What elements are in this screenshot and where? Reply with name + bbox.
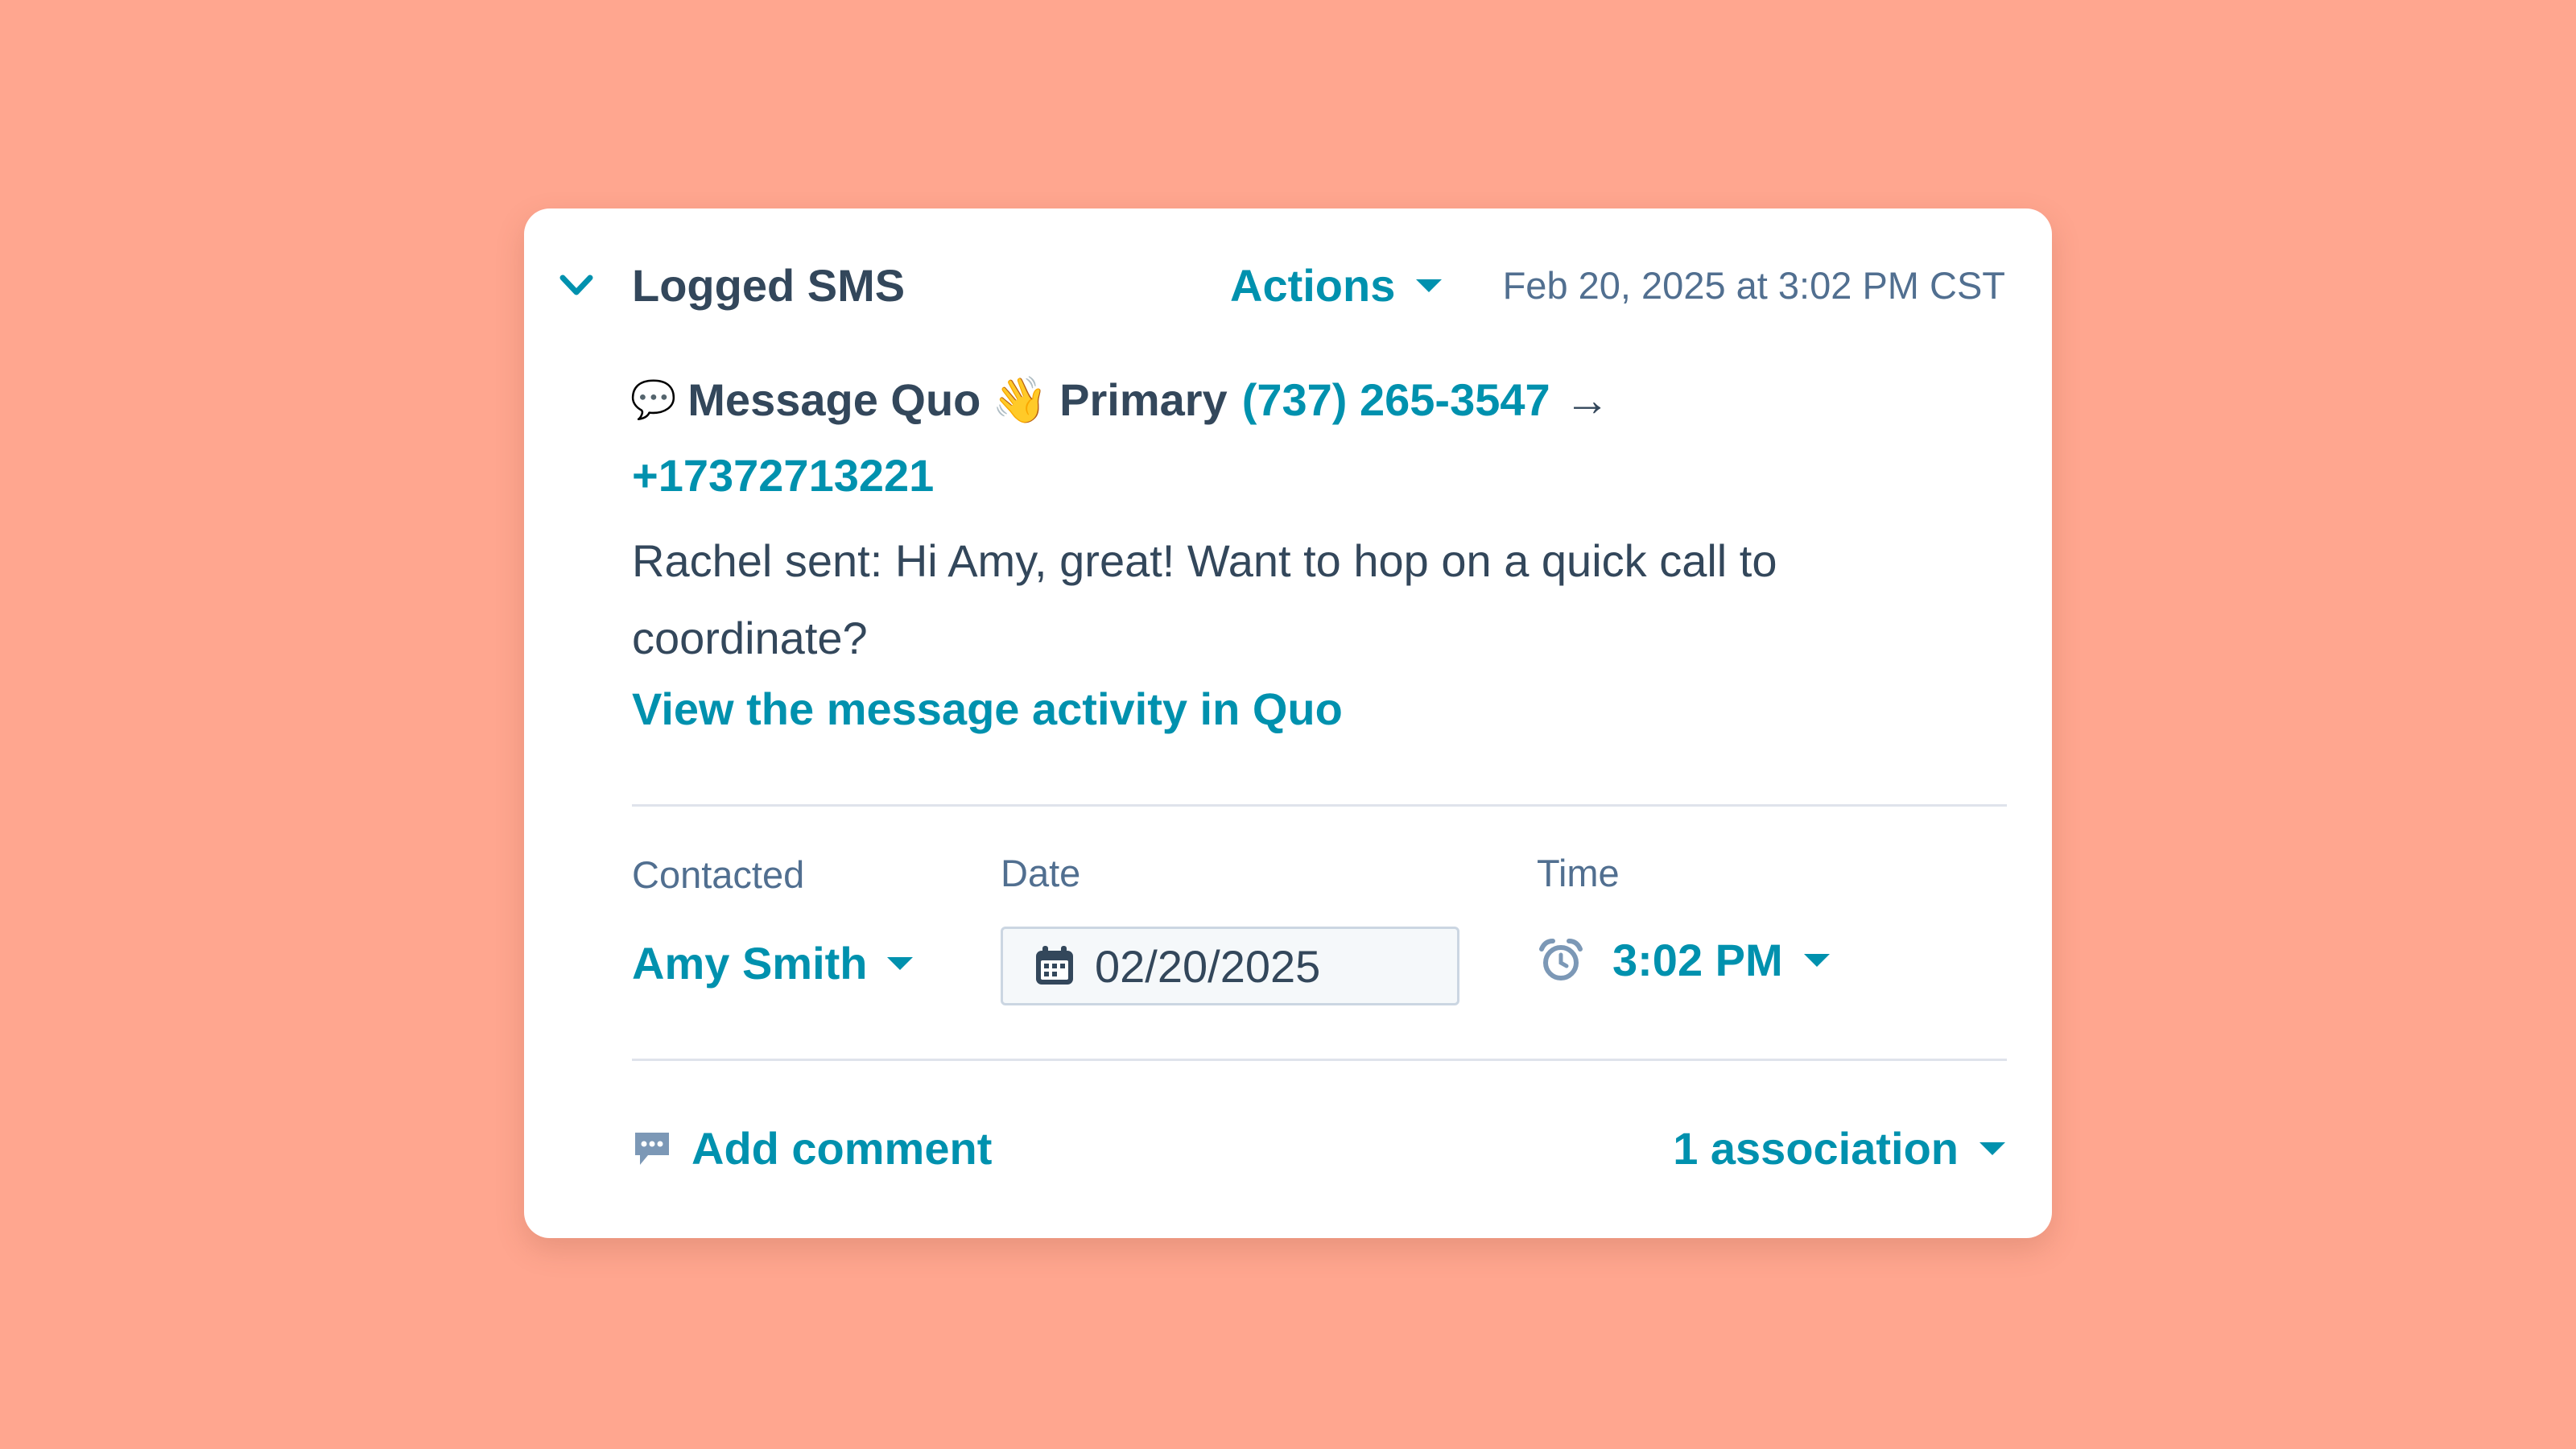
wave-icon: 👋	[992, 374, 1049, 425]
message-body: Rachel sent: Hi Amy, great! Want to hop …	[632, 535, 1777, 663]
alarm-clock-icon	[1539, 938, 1583, 980]
view-activity-link[interactable]: View the message activity in Quo	[632, 682, 1343, 736]
speech-bubble-icon: 💬	[630, 378, 677, 420]
chevron-down-icon	[559, 275, 593, 295]
caret-down-icon	[1416, 279, 1443, 292]
contacted-label: Contacted	[632, 853, 805, 896]
contacted-value: Amy Smith	[632, 938, 868, 989]
association-label: 1 association	[1673, 1123, 1959, 1174]
actions-label: Actions	[1230, 260, 1396, 311]
time-dropdown[interactable]: 3:02 PM	[1538, 933, 1830, 987]
divider	[632, 1059, 2007, 1061]
to-number-link[interactable]: +17372713221	[632, 448, 934, 502]
actions-dropdown[interactable]: Actions	[1230, 258, 1443, 312]
divider	[632, 804, 2007, 807]
association-dropdown[interactable]: 1 association	[1673, 1121, 2005, 1175]
collapse-toggle[interactable]	[556, 270, 597, 302]
add-comment-button[interactable]: Add comment	[632, 1121, 992, 1175]
caret-down-icon	[1803, 953, 1830, 967]
calendar-icon	[1036, 946, 1073, 985]
add-comment-label: Add comment	[691, 1123, 993, 1174]
date-input[interactable]: 02/20/2025	[1001, 927, 1459, 1005]
logged-sms-card: Logged SMS Actions Feb 20, 2025 at 3:02 …	[524, 208, 2052, 1238]
time-label: Time	[1537, 852, 1620, 894]
caret-down-icon	[1979, 1141, 2005, 1155]
from-number-link[interactable]: (737) 265-3547	[1242, 373, 1550, 427]
contacted-dropdown[interactable]: Amy Smith	[632, 936, 913, 990]
app-name: Message Quo	[687, 374, 981, 425]
card-title: Logged SMS	[632, 260, 906, 311]
date-label: Date	[1001, 852, 1081, 894]
message-summary: 💬 Message Quo 👋 Primary (737) 265-3547 →	[630, 373, 1610, 427]
date-value: 02/20/2025	[1095, 940, 1321, 992]
arrow-icon: →	[1564, 374, 1610, 425]
caret-down-icon	[886, 956, 913, 970]
activity-timestamp: Feb 20, 2025 at 3:02 PM CST	[1502, 264, 2005, 307]
time-value: 3:02 PM	[1612, 935, 1783, 985]
comment-icon	[635, 1132, 669, 1165]
line-label: Primary	[1059, 374, 1228, 425]
